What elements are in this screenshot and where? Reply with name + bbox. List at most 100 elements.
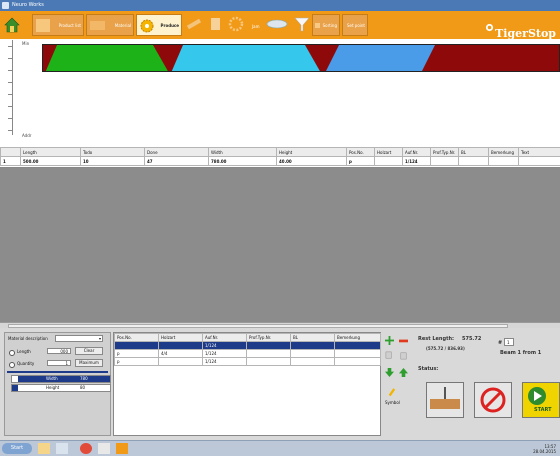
list-cell[interactable] <box>159 358 203 366</box>
grid-cell[interactable]: 1 <box>1 157 21 166</box>
empty-workspace <box>0 168 560 324</box>
no-cut-button[interactable] <box>474 382 512 418</box>
set-point-button[interactable]: Set point <box>342 14 368 36</box>
dimension-row[interactable]: Width 780 <box>11 375 111 383</box>
list-col-header[interactable]: BL <box>291 334 335 342</box>
document-icon[interactable] <box>208 16 224 32</box>
grid-col-header[interactable]: Holzart <box>375 148 403 157</box>
grid-cell[interactable]: 47 <box>145 157 209 166</box>
grid-col-header[interactable]: Bemerkung <box>489 148 519 157</box>
beam-text: Beam 1 from 1 <box>500 350 541 356</box>
grid-cell[interactable]: 10 <box>81 157 145 166</box>
list-cell[interactable] <box>335 350 381 358</box>
list-cell[interactable]: 1/124 <box>203 342 247 350</box>
list-cell[interactable] <box>247 358 291 366</box>
grid-col-header[interactable]: Done <box>145 148 209 157</box>
funnel-icon[interactable] <box>294 16 310 32</box>
list-cell[interactable] <box>291 350 335 358</box>
table-row[interactable]: 1 500.00 10 47 780.00 40.00 p 1/124 <box>1 157 560 166</box>
grid-cell[interactable] <box>375 157 403 166</box>
material-description-select[interactable]: ▾ <box>55 335 103 342</box>
material-icon <box>90 21 105 30</box>
grid-col-header[interactable]: Auf.Nr. <box>403 148 431 157</box>
grid-cell[interactable]: 500.00 <box>21 157 81 166</box>
quantity-input[interactable]: 1 <box>47 360 71 366</box>
grid-col-header[interactable]: Length <box>21 148 81 157</box>
list-col-header[interactable]: Pos.No. <box>115 334 159 342</box>
grid-cell[interactable] <box>459 157 489 166</box>
list-col-header[interactable]: Auf.Nr. <box>203 334 247 342</box>
clear-button[interactable]: Clear <box>75 347 103 355</box>
home-icon[interactable] <box>4 17 20 33</box>
grid-col-header[interactable]: Text <box>519 148 560 157</box>
add-icon[interactable] <box>385 336 394 345</box>
piece-number-input[interactable]: 1 <box>504 338 514 346</box>
tigerstop-task-icon[interactable] <box>116 443 128 454</box>
grid-col-header[interactable]: Height <box>277 148 347 157</box>
material-button[interactable]: Material <box>86 14 134 36</box>
status-label: Status: <box>418 366 438 372</box>
grid-col-header[interactable]: Pos.No. <box>347 148 375 157</box>
list-cell[interactable] <box>115 342 159 350</box>
list-cell[interactable] <box>291 342 335 350</box>
grid-col-header[interactable]: BL <box>459 148 489 157</box>
grid-cell[interactable]: 780.00 <box>209 157 277 166</box>
copy-icon[interactable] <box>385 351 394 360</box>
list-cell[interactable]: p <box>115 358 159 366</box>
folder-icon[interactable] <box>38 443 50 454</box>
saw-position-button[interactable] <box>426 382 464 418</box>
app-task-icon[interactable] <box>98 443 110 454</box>
measure-icon[interactable] <box>186 16 202 32</box>
quantity-radio[interactable] <box>9 362 15 368</box>
list-item[interactable]: 1/124 <box>115 342 381 350</box>
sorting-button[interactable]: Sorting <box>312 14 340 36</box>
paste-icon[interactable] <box>399 351 408 360</box>
move-down-icon[interactable] <box>385 368 394 377</box>
grid-cell[interactable]: 1/124 <box>403 157 431 166</box>
product-list-button[interactable]: Product list <box>32 14 84 36</box>
media-icon[interactable] <box>56 443 68 454</box>
list-cell[interactable] <box>335 358 381 366</box>
length-radio[interactable] <box>9 350 15 356</box>
grid-cell[interactable]: p <box>347 157 375 166</box>
pencil-icon[interactable] <box>387 388 396 397</box>
list-cell[interactable] <box>291 358 335 366</box>
gear-icon[interactable] <box>228 16 244 32</box>
list-cell[interactable]: 1/124 <box>203 350 247 358</box>
maximum-button[interactable]: Maximum <box>75 359 103 367</box>
grid-col-header[interactable]: Todo <box>81 148 145 157</box>
browser-icon[interactable] <box>80 443 92 454</box>
grid-cell[interactable]: 40.00 <box>277 157 347 166</box>
length-input[interactable]: 000 <box>47 348 71 354</box>
grid-col-header[interactable]: Width <box>209 148 277 157</box>
grid-col-header[interactable] <box>1 148 21 157</box>
produce-button[interactable]: Produce <box>136 14 182 36</box>
start-button[interactable]: START <box>522 382 560 418</box>
produce-icon <box>139 18 155 34</box>
grid-cell[interactable] <box>519 157 560 166</box>
divider <box>7 371 108 373</box>
list-cell[interactable]: 1/124 <box>203 358 247 366</box>
list-cell[interactable] <box>335 342 381 350</box>
start-menu-button[interactable]: Start <box>2 443 32 454</box>
list-col-header[interactable]: Bemerkung <box>335 334 381 342</box>
grid-cell[interactable] <box>431 157 459 166</box>
window-title: Neuro Works <box>12 2 44 8</box>
list-item[interactable]: p 1/124 <box>115 358 381 366</box>
list-col-header[interactable]: Holzart <box>159 334 203 342</box>
grid-col-header[interactable]: Prof.Typ.Nr. <box>431 148 459 157</box>
product-list-icon <box>36 19 50 32</box>
list-cell[interactable] <box>247 350 291 358</box>
list-cell[interactable] <box>247 342 291 350</box>
list-col-header[interactable]: Prof.Typ.Nr. <box>247 334 291 342</box>
saw-icon[interactable] <box>266 16 288 32</box>
grid-cell[interactable] <box>489 157 519 166</box>
dimension-row[interactable]: Height 80 <box>11 384 111 392</box>
move-up-icon[interactable] <box>399 368 408 377</box>
list-cell[interactable]: 4/4 <box>159 350 203 358</box>
ruler-tick <box>8 82 12 83</box>
list-item[interactable]: p 4/4 1/124 <box>115 350 381 358</box>
remove-icon[interactable] <box>399 336 408 345</box>
list-cell[interactable]: p <box>115 350 159 358</box>
list-cell[interactable] <box>159 342 203 350</box>
